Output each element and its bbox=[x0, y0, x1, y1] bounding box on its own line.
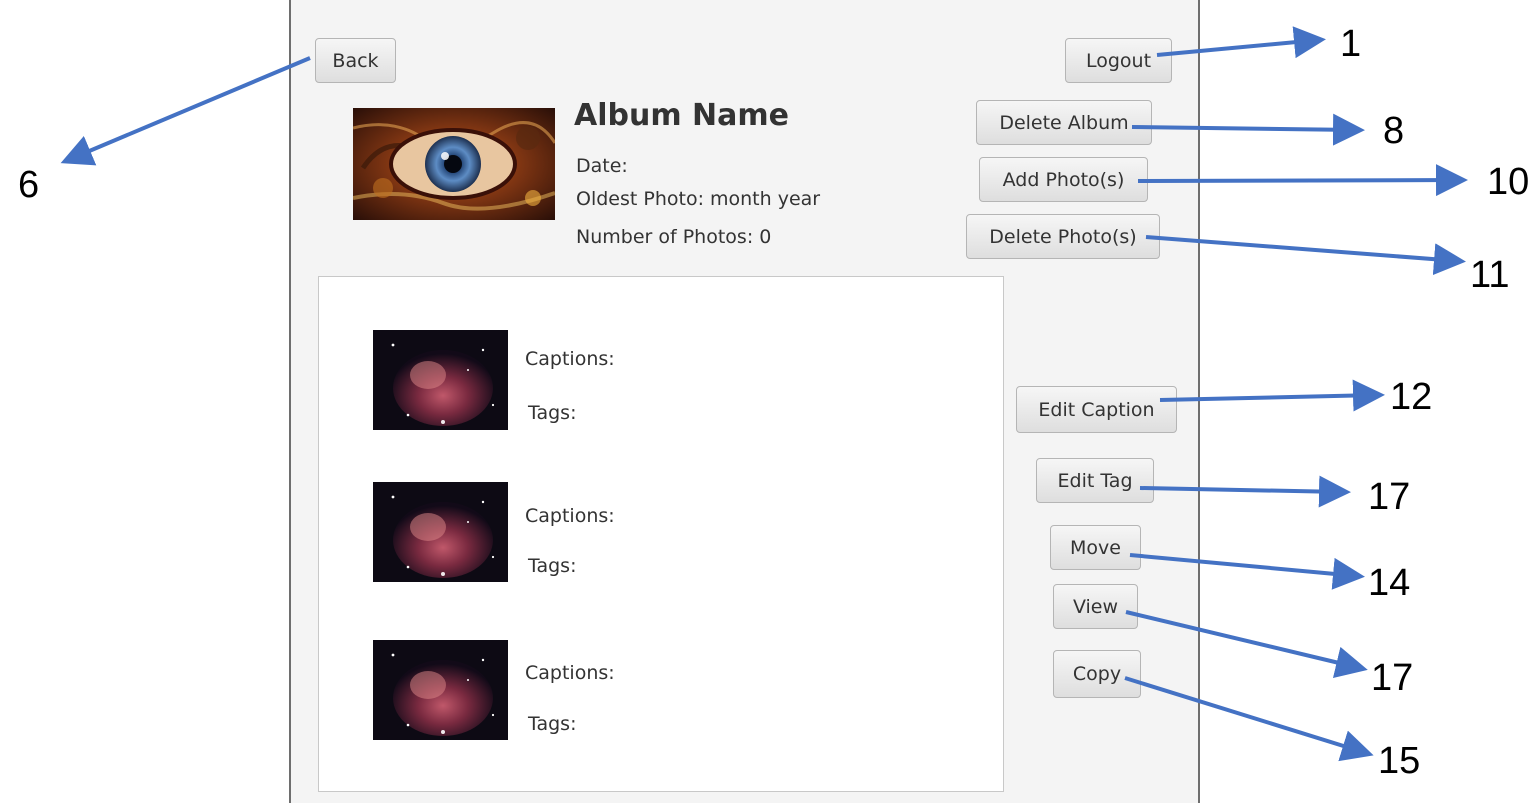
album-oldest-photo: Oldest Photo: month year bbox=[576, 188, 821, 210]
delete-photos-button[interactable]: Delete Photo(s) bbox=[966, 214, 1160, 259]
callout-edit-tag: 17 bbox=[1368, 476, 1411, 518]
photo-tags-label: Tags: bbox=[528, 402, 577, 424]
callout-copy: 15 bbox=[1378, 740, 1421, 782]
callout-delete-photos: 11 bbox=[1470, 254, 1510, 296]
album-date: Date: bbox=[576, 155, 628, 177]
photo-tags-label: Tags: bbox=[528, 713, 577, 735]
photo-caption-label: Captions: bbox=[525, 348, 615, 370]
photo-tags-label: Tags: bbox=[528, 555, 577, 577]
copy-button[interactable]: Copy bbox=[1053, 650, 1141, 698]
callout-delete-album: 8 bbox=[1383, 110, 1405, 152]
photo-thumbnail[interactable] bbox=[373, 330, 508, 430]
callout-back: 6 bbox=[18, 164, 40, 206]
back-button[interactable]: Back bbox=[315, 38, 396, 83]
move-button[interactable]: Move bbox=[1050, 525, 1141, 570]
delete-album-button[interactable]: Delete Album bbox=[976, 100, 1152, 145]
album-cover-image bbox=[353, 108, 555, 220]
edit-tag-button[interactable]: Edit Tag bbox=[1036, 458, 1154, 503]
photo-caption-label: Captions: bbox=[525, 505, 615, 527]
logout-button[interactable]: Logout bbox=[1065, 38, 1172, 83]
album-photo-count: Number of Photos: 0 bbox=[576, 226, 772, 248]
callout-edit-caption: 12 bbox=[1390, 376, 1433, 418]
callout-move: 14 bbox=[1368, 562, 1411, 604]
callout-logout: 1 bbox=[1340, 23, 1362, 65]
album-title: Album Name bbox=[574, 98, 789, 133]
photo-caption-label: Captions: bbox=[525, 662, 615, 684]
photo-thumbnail[interactable] bbox=[373, 482, 508, 582]
add-photos-button[interactable]: Add Photo(s) bbox=[979, 157, 1148, 202]
callout-view: 17 bbox=[1371, 657, 1414, 699]
screenshot: Back Logout Album Name Date: Oldest Phot… bbox=[0, 0, 1536, 803]
arrow-back bbox=[60, 56, 311, 166]
callout-add-photos: 10 bbox=[1487, 161, 1530, 203]
photo-thumbnail[interactable] bbox=[373, 640, 508, 740]
edit-caption-button[interactable]: Edit Caption bbox=[1016, 386, 1177, 433]
view-button[interactable]: View bbox=[1053, 584, 1138, 629]
